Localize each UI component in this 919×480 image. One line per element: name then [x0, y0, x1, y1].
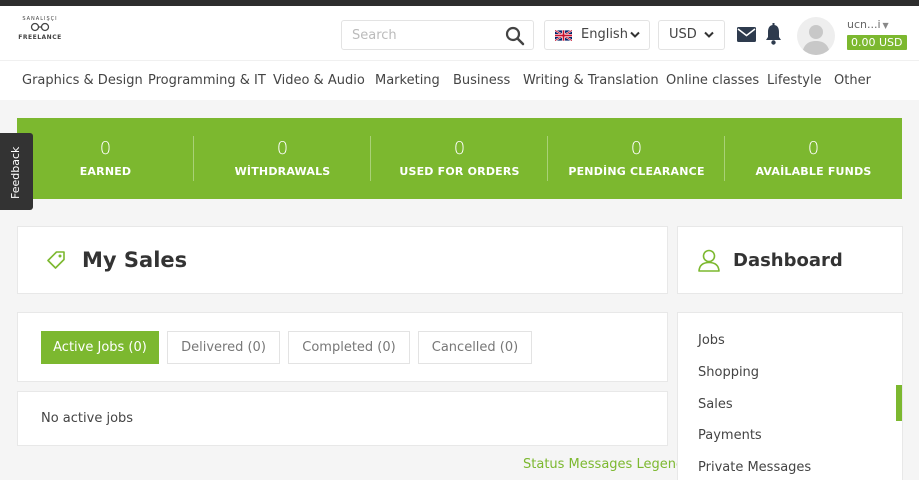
nav-item-programming-it[interactable]: Programming & IT: [148, 73, 266, 88]
site-header: SANALIŞÇI FREELANCE English USD ucn...i▼…: [0, 6, 919, 60]
dashboard-item-shopping[interactable]: Shopping: [698, 365, 759, 380]
dashboard-header: Dashboard: [677, 226, 903, 294]
nav-item-video-audio[interactable]: Video & Audio: [273, 73, 365, 88]
nav-item-marketing[interactable]: Marketing: [375, 73, 440, 88]
category-nav: Graphics & Design Programming & IT Video…: [0, 60, 919, 100]
currency-label: USD: [669, 27, 697, 42]
currency-selector[interactable]: USD: [658, 20, 725, 50]
avatar[interactable]: [797, 17, 835, 55]
nav-item-online-classes[interactable]: Online classes: [666, 73, 759, 88]
jobs-list: No active jobs: [17, 391, 668, 446]
search-icon[interactable]: [505, 26, 525, 46]
stat-value: 0: [99, 138, 112, 159]
feedback-label: Feedback: [9, 146, 22, 199]
dashboard-item-sales[interactable]: Sales: [698, 397, 733, 412]
stat-pending-clearance: 0 PENDİNG CLEARANCE: [548, 118, 725, 199]
my-sales-header: My Sales: [17, 226, 668, 294]
tab-cancelled[interactable]: Cancelled (0): [418, 331, 532, 364]
stat-value: 0: [630, 138, 643, 159]
stat-label: PENDİNG CLEARANCE: [568, 165, 705, 178]
nav-item-business[interactable]: Business: [453, 73, 510, 88]
stat-value: 0: [453, 138, 466, 159]
stat-label: AVAİLABLE FUNDS: [755, 165, 872, 178]
stat-label: EARNED: [79, 165, 132, 178]
stat-value: 0: [807, 138, 820, 159]
stat-earned: 0 EARNED: [17, 118, 194, 199]
stat-available-funds: 0 AVAİLABLE FUNDS: [725, 118, 902, 199]
earnings-summary: 0 EARNED 0 WİTHDRAWALS 0 USED FOR ORDERS…: [17, 118, 902, 199]
tab-active-jobs[interactable]: Active Jobs (0): [41, 331, 159, 364]
stat-used-for-orders: 0 USED FOR ORDERS: [371, 118, 548, 199]
stat-label: WİTHDRAWALS: [234, 165, 331, 178]
dashboard-menu: Jobs Shopping Sales Payments Private Mes…: [677, 312, 903, 480]
dashboard-item-private-messages[interactable]: Private Messages: [698, 460, 811, 475]
dashboard-title: Dashboard: [733, 250, 843, 271]
tag-icon: [47, 251, 65, 269]
uk-flag-icon: [555, 30, 572, 41]
site-logo[interactable]: SANALIŞÇI FREELANCE: [18, 14, 62, 54]
bell-icon[interactable]: [765, 23, 782, 45]
language-label: English: [581, 27, 628, 42]
chevron-down-icon: [630, 31, 640, 38]
nav-item-lifestyle[interactable]: Lifestyle: [767, 73, 822, 88]
nav-item-graphics-design[interactable]: Graphics & Design: [22, 73, 143, 88]
user-icon: [698, 249, 720, 272]
language-selector[interactable]: English: [544, 20, 650, 50]
tab-completed[interactable]: Completed (0): [288, 331, 410, 364]
logo-name: FREELANCE: [18, 34, 62, 41]
dashboard-item-payments[interactable]: Payments: [698, 428, 762, 443]
active-indicator: [896, 385, 902, 421]
caret-down-icon: ▼: [882, 21, 889, 30]
nav-item-writing-translation[interactable]: Writing & Translation: [523, 73, 659, 88]
balance-badge: 0.00 USD: [847, 35, 907, 50]
chevron-down-icon: [704, 31, 714, 38]
search-input[interactable]: [352, 21, 502, 49]
dashboard-item-jobs[interactable]: Jobs: [698, 333, 725, 348]
search-box: [341, 20, 534, 50]
empty-state-text: No active jobs: [41, 411, 134, 426]
glasses-icon: [18, 22, 62, 34]
tab-delivered[interactable]: Delivered (0): [167, 331, 280, 364]
user-menu[interactable]: ucn...i ▼: [847, 18, 889, 31]
stat-withdrawals: 0 WİTHDRAWALS: [194, 118, 371, 199]
feedback-tab[interactable]: Feedback: [0, 133, 33, 210]
status-messages-legend-link[interactable]: Status Messages Legend: [523, 457, 684, 472]
username: ucn...i: [847, 18, 881, 31]
stat-value: 0: [276, 138, 289, 159]
sales-tabs: Active Jobs (0) Delivered (0) Completed …: [17, 312, 668, 382]
page-title: My Sales: [82, 248, 188, 272]
nav-item-other[interactable]: Other: [834, 73, 871, 88]
mail-icon[interactable]: [737, 27, 756, 42]
user-silhouette-icon: [802, 25, 830, 55]
stat-label: USED FOR ORDERS: [399, 165, 520, 178]
